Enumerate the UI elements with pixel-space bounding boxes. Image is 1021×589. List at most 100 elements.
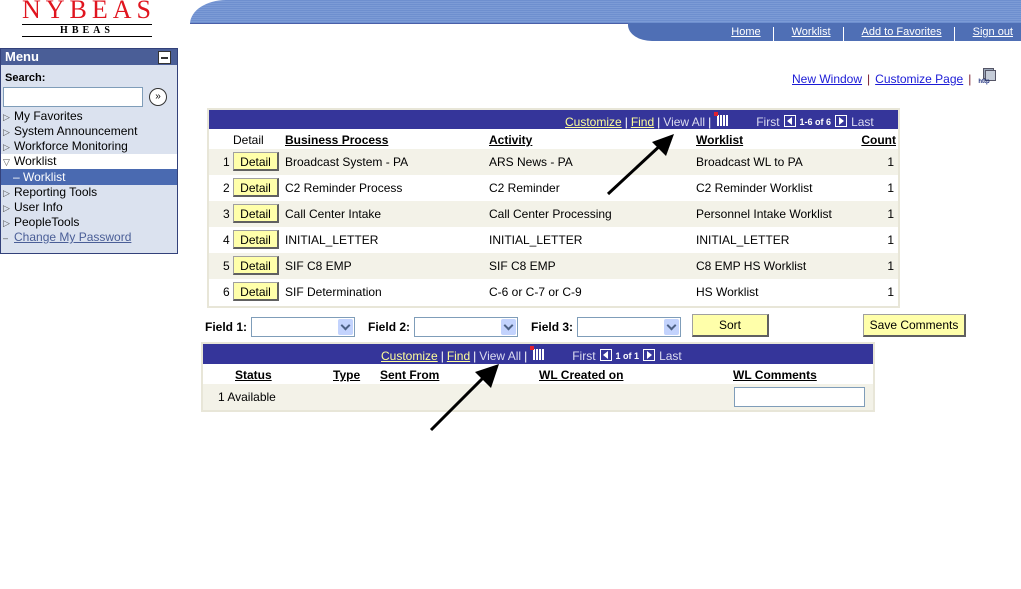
sidebar-item-worklist[interactable]: – Worklist [1, 169, 177, 185]
col-type[interactable]: Type [333, 368, 360, 382]
worklist-cell: C8 EMP HS Worklist [696, 259, 807, 273]
sidebar-item-worklist-folder[interactable]: ▽ Worklist [1, 154, 177, 169]
dash-icon: – [3, 233, 9, 243]
triangle-right-icon: ▷ [3, 112, 10, 122]
sidebar-item-reporting-tools[interactable]: ▷ Reporting Tools [1, 185, 177, 200]
detail-button[interactable]: Detail [233, 152, 279, 171]
top-nav-bar: Home Worklist Add to Favorites Sign out [628, 23, 1021, 41]
dash-icon: – [13, 170, 24, 184]
grid-customize-link[interactable]: Customize [381, 349, 438, 363]
next-arrow-icon[interactable] [835, 115, 848, 127]
triangle-right-icon: ▷ [3, 218, 10, 228]
worklist-grid-header: Detail Business Process Activity Worklis… [209, 129, 898, 149]
new-window-link[interactable]: New Window [792, 72, 862, 86]
col-business-process[interactable]: Business Process [285, 133, 388, 147]
business-process-cell: INITIAL_LETTER [285, 233, 379, 247]
triangle-down-icon: ▽ [3, 157, 10, 167]
activity-cell: INITIAL_LETTER [489, 233, 583, 247]
detail-button[interactable]: Detail [233, 256, 279, 275]
pipe: | [524, 349, 528, 363]
business-process-cell: Call Center Intake [285, 207, 382, 221]
col-activity[interactable]: Activity [489, 133, 532, 147]
grid-find-link[interactable]: Find [631, 115, 654, 129]
download-grid-icon[interactable] [714, 111, 729, 126]
grid-find-link[interactable]: Find [447, 349, 470, 363]
sidebar-item-label: System Announcement [14, 124, 138, 138]
count-cell: 1 [887, 155, 894, 169]
sidebar-item-label: PeopleTools [14, 215, 80, 229]
save-comments-button[interactable]: Save Comments [863, 314, 966, 337]
menu-header: Menu [1, 49, 177, 65]
detail-button[interactable]: Detail [233, 178, 279, 197]
nav-separator [842, 27, 844, 41]
activity-cell: Call Center Processing [489, 207, 612, 221]
col-sent-from[interactable]: Sent From [380, 368, 439, 382]
activity-cell: C2 Reminder [489, 181, 560, 195]
chevron-down-icon [664, 319, 680, 335]
field1-select[interactable] [251, 317, 356, 337]
table-row: 4 Detail INITIAL_LETTER INITIAL_LETTER I… [209, 227, 898, 253]
grid-view-all-link[interactable]: View All [663, 115, 705, 129]
previous-arrow-icon[interactable] [783, 115, 796, 127]
grid-customize-link[interactable]: Customize [565, 115, 622, 129]
detail-button[interactable]: Detail [233, 282, 279, 301]
status-grid: Customize | Find | View All | First 1 of… [201, 342, 875, 412]
col-wl-comments[interactable]: WL Comments [733, 368, 817, 382]
sidebar-item-user-info[interactable]: ▷ User Info [1, 200, 177, 215]
field3-select[interactable] [577, 317, 682, 337]
worklist-grid: Customize | Find | View All | First 1-6 … [207, 108, 900, 308]
grid-last-label: Last [659, 349, 682, 363]
sidebar-item-label: Worklist [23, 170, 66, 184]
nav-sign-out-link[interactable]: Sign out [955, 26, 1013, 40]
http-icon-label: http [978, 79, 990, 85]
sidebar-item-change-password[interactable]: – Change My Password [1, 230, 177, 245]
worklist-cell: Broadcast WL to PA [696, 155, 803, 169]
pipe: | [657, 115, 661, 129]
col-status[interactable]: Status [235, 368, 272, 382]
nav-add-to-favorites-link[interactable]: Add to Favorites [844, 26, 942, 40]
menu-search-input[interactable] [3, 87, 143, 107]
nav-home-link[interactable]: Home [713, 26, 760, 40]
search-label: Search: [5, 72, 46, 84]
field2-select[interactable] [414, 317, 519, 337]
grid-range: 1 of 1 [615, 351, 640, 361]
download-grid-icon[interactable] [530, 345, 545, 360]
col-worklist[interactable]: Worklist [696, 133, 743, 147]
sidebar-item-label: Workforce Monitoring [14, 139, 128, 153]
http-link-icon[interactable]: http [978, 68, 997, 86]
nav-worklist-link[interactable]: Worklist [774, 26, 831, 40]
nav-separator [953, 27, 955, 41]
sort-button[interactable]: Sort [692, 314, 769, 337]
wl-comments-input[interactable] [734, 387, 865, 407]
search-go-button[interactable]: » [149, 88, 167, 106]
sidebar-item-workforce-monitoring[interactable]: ▷ Workforce Monitoring [1, 139, 177, 154]
sort-fields-row: Field 1: Field 2: Field 3: [205, 316, 694, 338]
previous-arrow-icon[interactable] [599, 349, 612, 361]
row-number: 4 [223, 233, 230, 247]
table-row: 6 Detail SIF Determination C-6 or C-7 or… [209, 279, 898, 305]
triangle-right-icon: ▷ [3, 142, 10, 152]
count-cell: 1 [887, 207, 894, 221]
pipe: | [473, 349, 477, 363]
sidebar-menu: Menu Search: » ▷ My Favorites ▷ System Ann… [0, 48, 178, 254]
customize-page-link[interactable]: Customize Page [875, 72, 963, 86]
next-arrow-icon[interactable] [643, 349, 656, 361]
menu-title: Menu [5, 49, 39, 64]
triangle-right-icon: ▷ [3, 203, 10, 213]
logo-main-text: NYBEAS [22, 0, 157, 24]
col-count[interactable]: Count [861, 133, 896, 147]
grid-view-all-link[interactable]: View All [479, 349, 521, 363]
table-row: 1 Detail Broadcast System - PA ARS News … [209, 149, 898, 175]
detail-button[interactable]: Detail [233, 230, 279, 249]
sidebar-item-my-favorites[interactable]: ▷ My Favorites [1, 109, 177, 124]
detail-button[interactable]: Detail [233, 204, 279, 223]
col-wl-created-on[interactable]: WL Created on [539, 368, 623, 382]
collapse-icon[interactable] [158, 51, 171, 64]
double-chevron-right-icon: » [155, 91, 161, 102]
worklist-cell: INITIAL_LETTER [696, 233, 790, 247]
business-process-cell: SIF C8 EMP [285, 259, 352, 273]
grid-last-label: Last [851, 115, 874, 129]
pipe: | [440, 349, 444, 363]
sidebar-item-peopletools[interactable]: ▷ PeopleTools [1, 215, 177, 230]
sidebar-item-system-announcement[interactable]: ▷ System Announcement [1, 124, 177, 139]
